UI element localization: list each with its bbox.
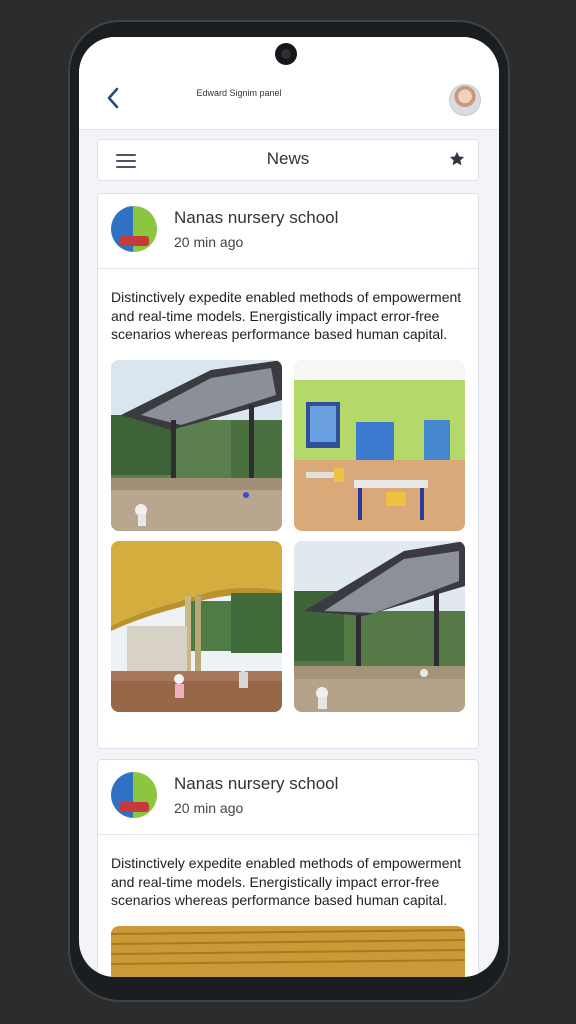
news-toolbar: News	[97, 139, 479, 181]
post-timestamp: 20 min ago	[174, 800, 244, 816]
section-title: News	[266, 149, 310, 168]
pavilion-courtyard-photo[interactable]	[294, 540, 465, 712]
photo-gallery	[111, 925, 465, 977]
pavilion-courtyard-photo[interactable]	[111, 359, 282, 531]
user-avatar[interactable]	[449, 84, 481, 116]
panel-title: Edward Signim panel	[196, 88, 282, 98]
school-avatar[interactable]	[111, 772, 157, 818]
covered-walkway-photo[interactable]	[111, 540, 282, 712]
back-button[interactable]	[101, 83, 125, 113]
chevron-left-icon	[107, 87, 119, 109]
post-author[interactable]: Nanas nursery school	[174, 774, 338, 794]
classroom-photo[interactable]	[294, 359, 465, 531]
school-avatar[interactable]	[111, 206, 157, 252]
star-icon[interactable]	[448, 150, 466, 173]
photo-gallery	[111, 359, 465, 712]
app-screen: Edward Signim panel News Nanas nursery s…	[79, 37, 499, 977]
front-camera	[275, 43, 297, 65]
post-text: Distinctively expedite enabled methods o…	[111, 855, 462, 908]
post-text: Distinctively expedite enabled methods o…	[111, 289, 462, 342]
covered-walkway-photo[interactable]	[111, 925, 465, 977]
post-header: Nanas nursery school 20 min ago	[98, 194, 478, 269]
post-author[interactable]: Nanas nursery school	[174, 208, 338, 228]
post-card: Nanas nursery school 20 min ago Distinct…	[97, 759, 479, 977]
post-timestamp: 20 min ago	[174, 234, 244, 250]
post-card: Nanas nursery school 20 min ago Distinct…	[97, 193, 479, 749]
post-header: Nanas nursery school 20 min ago	[98, 760, 478, 835]
